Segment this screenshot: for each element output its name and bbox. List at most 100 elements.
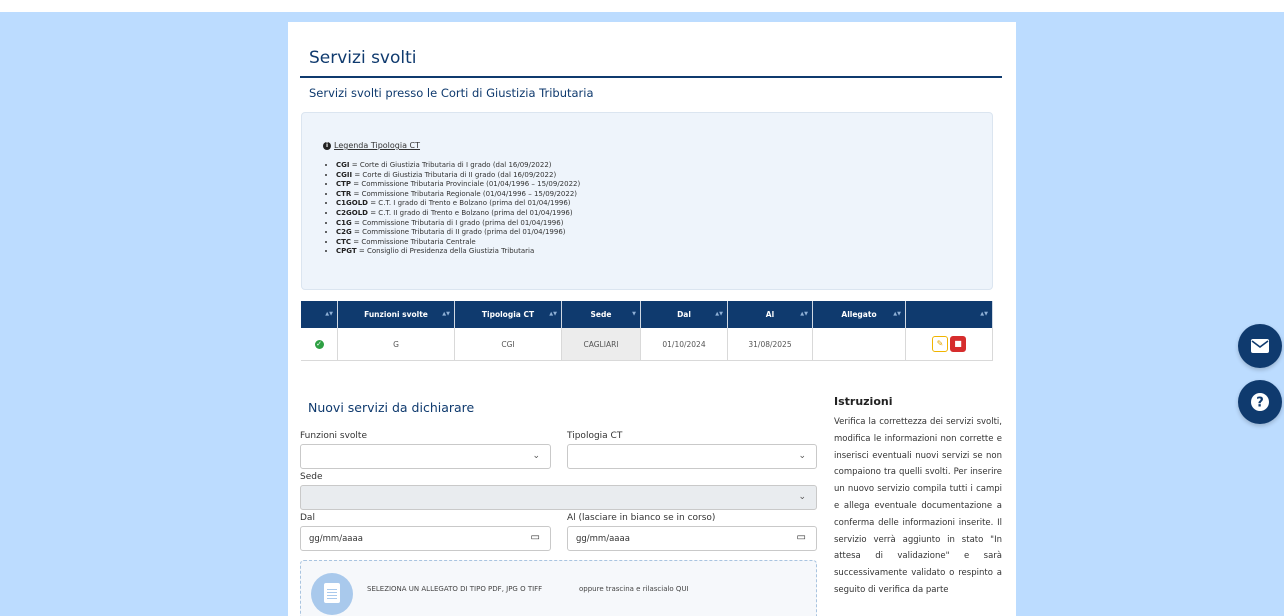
sede-select[interactable]: ⌄ xyxy=(300,485,817,510)
legend-code: C1G xyxy=(336,218,352,227)
calendar-icon[interactable]: ▭ xyxy=(531,532,540,543)
document-upload-icon xyxy=(311,573,353,615)
new-services-title: Nuovi servizi da dichiarare xyxy=(308,400,475,415)
svg-text:?: ? xyxy=(1256,396,1264,411)
legend-desc: = Commissione Tributaria Centrale xyxy=(351,237,476,246)
legend-item: CGII = Corte di Giustizia Tributaria di … xyxy=(336,171,580,181)
col-header-actions[interactable]: ▲▼ xyxy=(905,301,993,328)
legend-title[interactable]: i Legenda Tipologia CT xyxy=(323,141,420,150)
legend-desc: = C.T. II grado di Trento e Bolzano (pri… xyxy=(367,208,573,217)
question-icon: ? xyxy=(1238,380,1282,424)
legend-list: CGI = Corte di Giustizia Tributaria di I… xyxy=(324,161,580,257)
legend-code: C2GOLD xyxy=(336,208,368,217)
legend-item: CTP = Commissione Tributaria Provinciale… xyxy=(336,180,580,190)
funzioni-select[interactable]: ⌄ xyxy=(300,444,551,469)
contact-button[interactable] xyxy=(1238,324,1282,368)
cell-status: ✓ xyxy=(301,328,338,361)
legend-desc: = Corte di Giustizia Tributaria di II gr… xyxy=(352,170,557,179)
sort-icon: ▲▼ xyxy=(715,311,723,317)
check-circle-icon: ✓ xyxy=(314,340,324,349)
cell-funzioni: G xyxy=(337,328,455,361)
tipologia-select[interactable]: ⌄ xyxy=(567,444,817,469)
cell-al: 31/08/2025 xyxy=(727,328,813,361)
legend-code: CGI xyxy=(336,161,350,169)
help-button[interactable]: ? xyxy=(1238,380,1282,424)
chevron-down-icon: ⌄ xyxy=(532,451,540,461)
top-strip xyxy=(0,0,1284,12)
envelope-icon xyxy=(1238,324,1282,368)
cell-sede: CAGLIARI xyxy=(561,328,641,361)
legend-desc: = C.T. I grado di Trento e Bolzano (prim… xyxy=(367,199,571,208)
dal-date-input[interactable]: gg/mm/aaaa ▭ xyxy=(300,526,551,551)
cell-tipologia: CGI xyxy=(454,328,562,361)
table-row: ✓ G CGI CAGLIARI 01/10/2024 31/08/2025 ✎… xyxy=(301,328,993,361)
legend-item: C1GOLD = C.T. I grado di Trento e Bolzan… xyxy=(336,199,580,209)
title-divider xyxy=(300,76,1002,78)
legend-title-text: Legenda Tipologia CT xyxy=(334,141,421,150)
table-header-row: ▲▼ Funzioni svolte ▲▼ Tipologia CT ▲▼ Sede… xyxy=(301,301,993,328)
instructions-title: Istruzioni xyxy=(834,395,893,408)
sort-icon: ▲▼ xyxy=(800,311,808,317)
col-header-status[interactable]: ▲▼ xyxy=(301,301,338,328)
legend-item: C2GOLD = C.T. II grado di Trento e Bolza… xyxy=(336,209,580,219)
col-header-funzioni[interactable]: Funzioni svolte ▲▼ xyxy=(337,301,455,328)
sort-icon: ▲▼ xyxy=(325,311,333,317)
main-panel: Servizi svolti Servizi svolti presso le … xyxy=(288,22,1016,616)
tipologia-label: Tipologia CT xyxy=(567,431,623,441)
col-header-dal[interactable]: Dal ▲▼ xyxy=(640,301,728,328)
legend-code: C2G xyxy=(336,228,352,237)
legend-box: iLegenda Tipologia CT CGI = Corte di Giu… xyxy=(301,112,993,290)
sort-icon: ▲▼ xyxy=(442,311,450,317)
sort-icon: ▲▼ xyxy=(549,311,557,317)
chevron-down-icon: ⌄ xyxy=(798,492,806,502)
legend-code: CTR xyxy=(336,189,352,198)
col-header-sede[interactable]: Sede ▼ xyxy=(561,301,641,328)
sort-icon: ▲▼ xyxy=(980,311,988,317)
legend-desc: = Consiglio di Presidenza della Giustizi… xyxy=(356,247,535,256)
legend-item: CTR = Commissione Tributaria Regionale (… xyxy=(336,190,580,200)
services-table: ▲▼ Funzioni svolte ▲▼ Tipologia CT ▲▼ Sede… xyxy=(301,301,993,361)
legend-desc: = Commissione Tributaria di II grado (pr… xyxy=(351,228,566,237)
dal-placeholder: gg/mm/aaaa xyxy=(309,534,363,544)
legend-item: C1G = Commissione Tributaria di I grado … xyxy=(336,219,580,229)
sede-label: Sede xyxy=(300,472,323,482)
calendar-icon[interactable]: ▭ xyxy=(797,532,806,543)
col-header-al[interactable]: Al ▲▼ xyxy=(727,301,813,328)
delete-button[interactable]: ■ xyxy=(950,336,966,352)
legend-desc: = Corte di Giustizia Tributaria di I gra… xyxy=(349,161,552,169)
upload-dropzone[interactable]: SELEZIONA UN ALLEGATO DI TIPO PDF, JPG O… xyxy=(300,560,817,616)
edit-button[interactable]: ✎ xyxy=(932,336,948,352)
cell-actions: ✎ ■ xyxy=(905,328,993,361)
al-date-input[interactable]: gg/mm/aaaa ▭ xyxy=(567,526,817,551)
col-header-tipologia[interactable]: Tipologia CT ▲▼ xyxy=(454,301,562,328)
legend-desc: = Commissione Tributaria Provinciale (01… xyxy=(351,180,581,189)
al-placeholder: gg/mm/aaaa xyxy=(576,534,630,544)
sort-icon: ▲▼ xyxy=(893,311,901,317)
page-title: Servizi svolti xyxy=(309,48,417,68)
dal-label: Dal xyxy=(300,513,315,523)
legend-item: CTC = Commissione Tributaria Centrale xyxy=(336,238,580,248)
legend-desc: = Commissione Tributaria Regionale (01/0… xyxy=(351,189,578,198)
info-icon: i xyxy=(323,141,331,150)
legend-item: CGI = Corte di Giustizia Tributaria di I… xyxy=(336,161,580,171)
funzioni-label: Funzioni svolte xyxy=(300,431,367,441)
legend-code: CTP xyxy=(336,180,352,189)
legend-code: CTC xyxy=(336,237,352,246)
trash-icon: ■ xyxy=(954,339,962,348)
legend-code: C1GOLD xyxy=(336,199,368,208)
cell-allegato xyxy=(812,328,906,361)
page-subtitle: Servizi svolti presso le Corti di Giusti… xyxy=(309,86,594,100)
chevron-down-icon: ⌄ xyxy=(798,451,806,461)
legend-item: CPGT = Consiglio di Presidenza della Giu… xyxy=(336,247,580,257)
instructions-text: Verifica la correttezza dei servizi svol… xyxy=(834,417,1002,595)
al-label: Al (lasciare in bianco se in corso) xyxy=(567,513,716,523)
cell-dal: 01/10/2024 xyxy=(640,328,728,361)
col-header-allegato[interactable]: Allegato ▲▼ xyxy=(812,301,906,328)
sort-icon: ▼ xyxy=(632,311,636,317)
legend-desc: = Commissione Tributaria di I grado (pri… xyxy=(351,218,564,227)
upload-select-button[interactable]: SELEZIONA UN ALLEGATO DI TIPO PDF, JPG O… xyxy=(367,585,542,593)
edit-icon: ✎ xyxy=(936,339,944,348)
upload-hint: oppure trascina e rilascialo QUI xyxy=(579,585,689,593)
legend-item: C2G = Commissione Tributaria di II grado… xyxy=(336,228,580,238)
legend-code: CGII xyxy=(336,170,353,179)
